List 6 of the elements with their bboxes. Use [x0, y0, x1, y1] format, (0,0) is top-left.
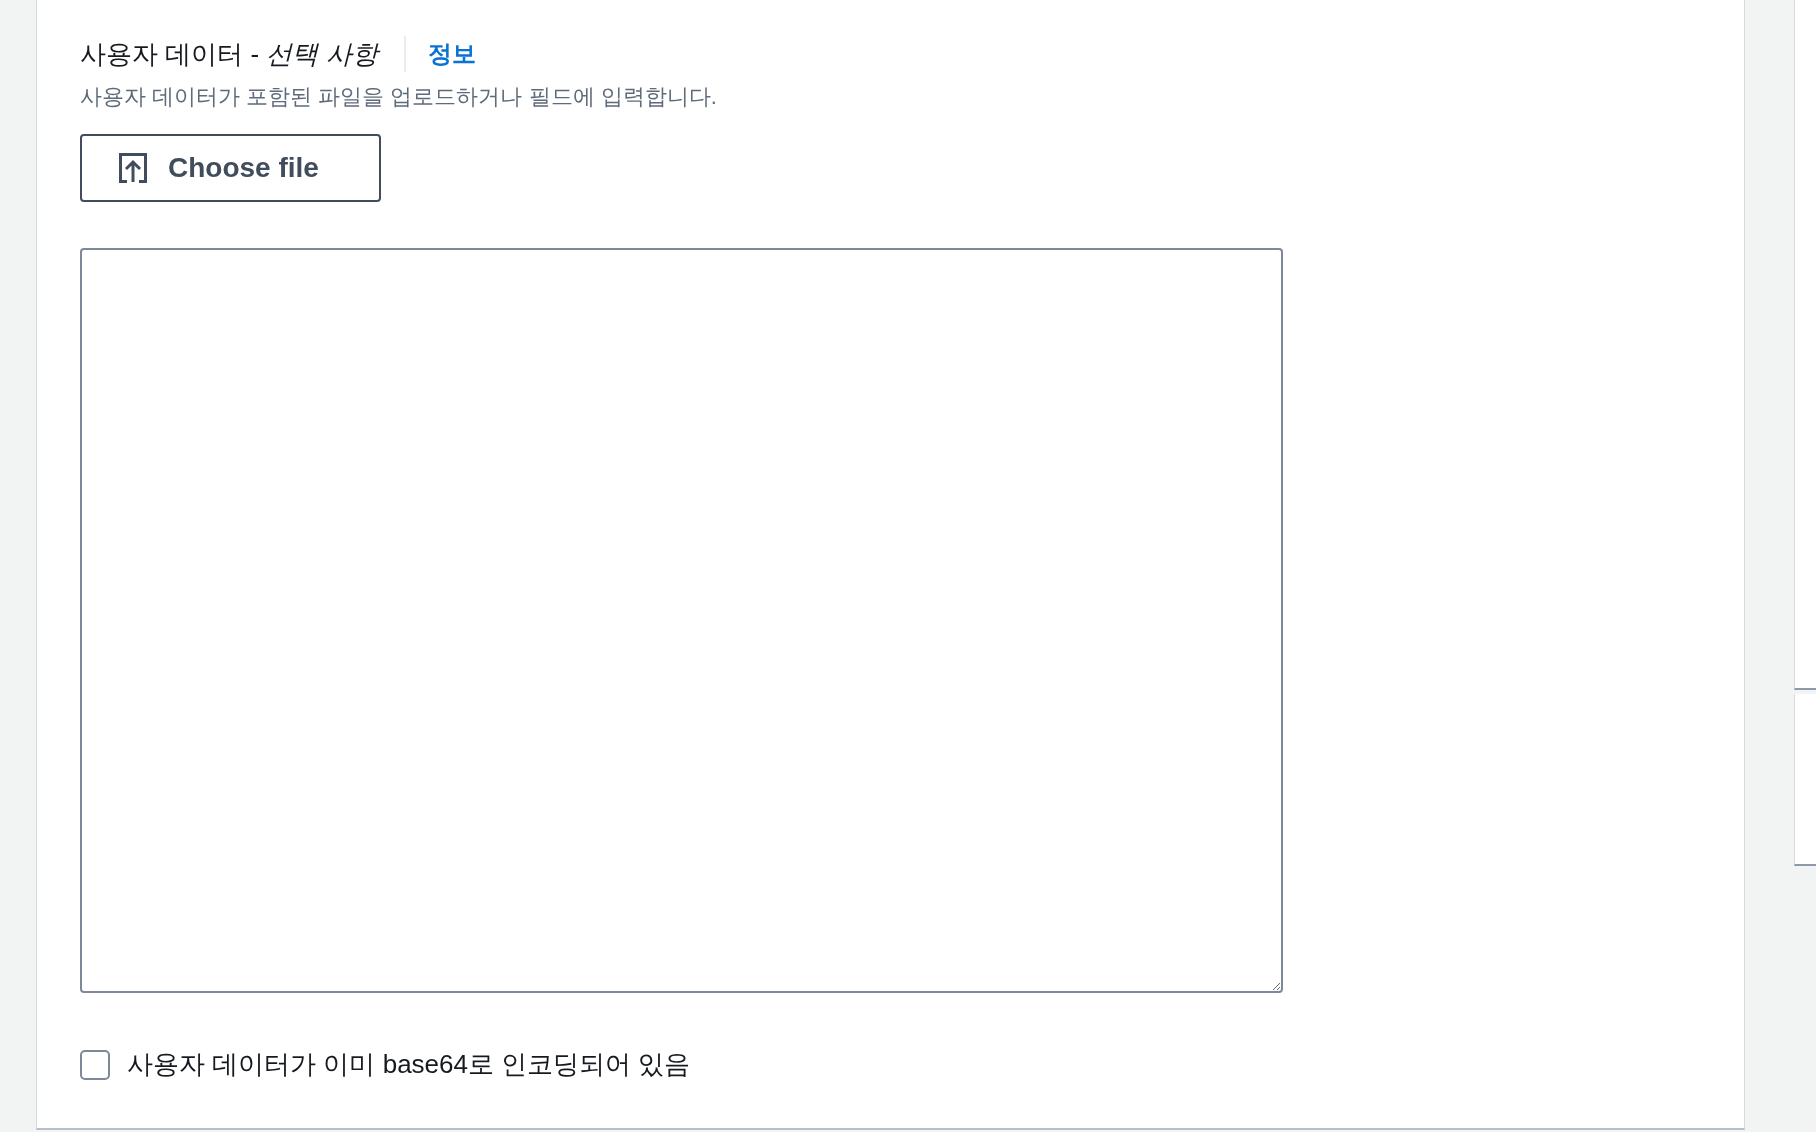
info-link[interactable]: 정보 [427, 38, 476, 70]
choose-file-button[interactable]: Choose file [80, 134, 381, 202]
upload-icon [118, 153, 148, 183]
checkbox[interactable] [80, 1049, 110, 1080]
checkbox-label: 사용자 데이터가 이미 base64로 인코딩되어 있음 [127, 1048, 691, 1081]
section-description: 사용자 데이터가 포함된 파일을 업로드하거나 필드에 입력합니다. [80, 83, 717, 111]
